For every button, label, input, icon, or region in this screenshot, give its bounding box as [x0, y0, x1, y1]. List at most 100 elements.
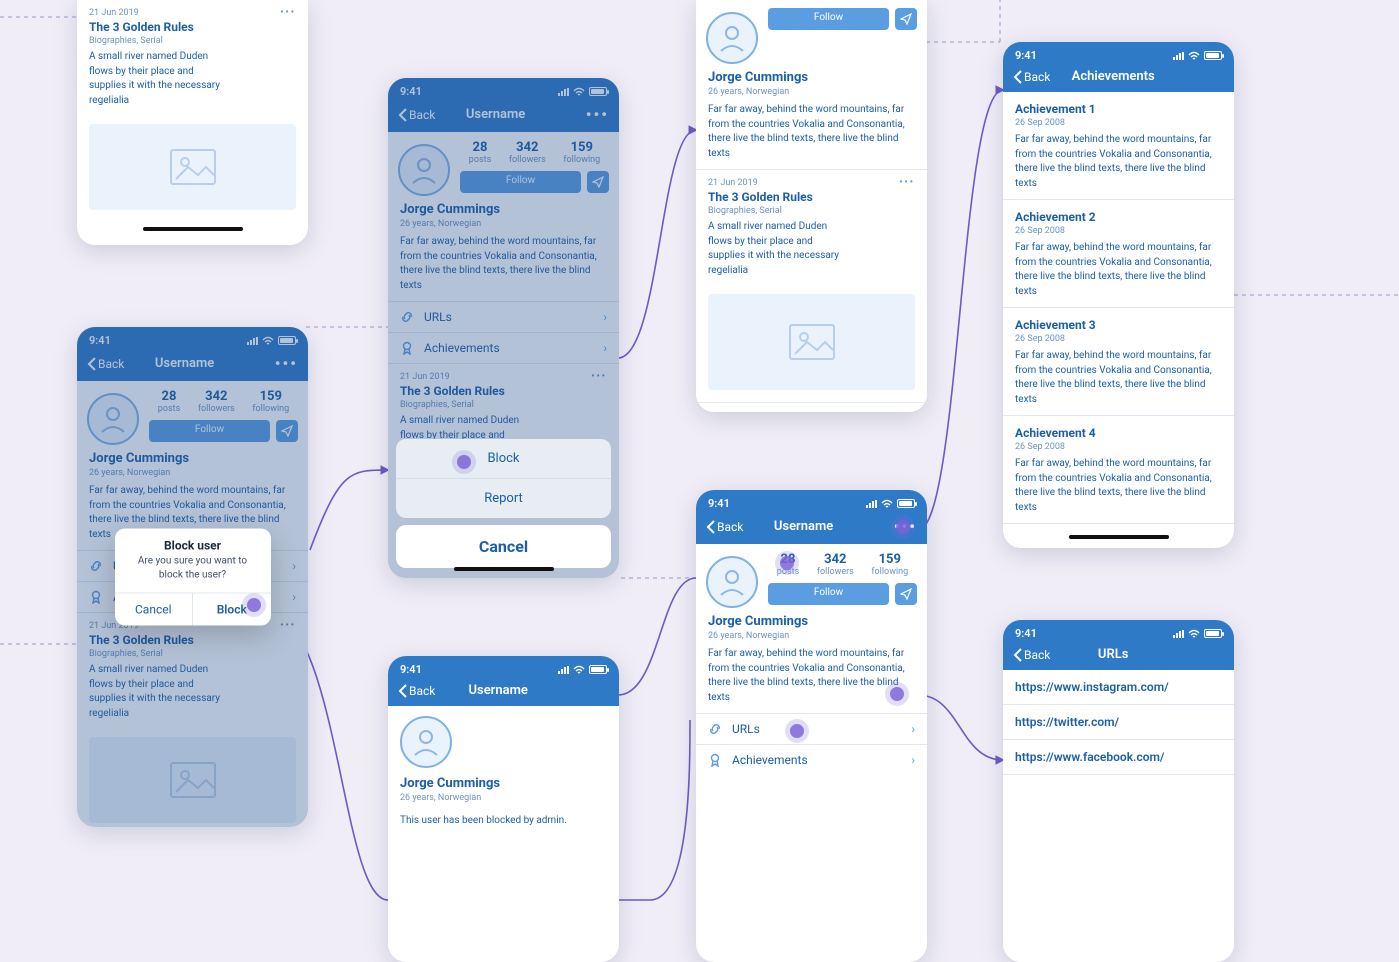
url-item[interactable]: https://www.facebook.com/ [1003, 740, 1234, 775]
signal-icon [1173, 52, 1184, 60]
action-sheet: Block Report Cancel [396, 439, 611, 568]
bookmark-icon [893, 411, 907, 412]
share-button[interactable] [895, 583, 917, 605]
home-indicator [77, 222, 308, 236]
post-date: 21 Jun 2019 [89, 8, 139, 18]
status-bar: 9:41 [388, 656, 619, 683]
send-icon [900, 588, 912, 600]
achievement-item[interactable]: Achievement 126 Sep 2008Far far away, be… [1003, 92, 1234, 200]
comment-icon [785, 411, 799, 412]
post-title[interactable]: The 3 Golden Rules [696, 190, 927, 204]
nav-title: Username [713, 519, 893, 534]
wifi-icon [573, 665, 585, 674]
share-button[interactable] [895, 8, 917, 30]
battery-icon [589, 665, 607, 674]
badge-icon [708, 753, 726, 767]
battery-icon [1204, 629, 1222, 638]
url-item[interactable]: https://twitter.com/ [1003, 705, 1234, 740]
status-time: 9:41 [708, 497, 730, 510]
url-item[interactable]: https://www.instagram.com/ [1003, 670, 1234, 705]
alert-title: Block user [115, 529, 271, 555]
send-icon [900, 13, 912, 25]
nav-bar: Back URLs [1003, 647, 1234, 670]
post-title[interactable]: The 3 Golden Rules [77, 20, 308, 34]
hotspot-dot [790, 724, 804, 738]
profile-name: Jorge Cummings [708, 70, 915, 85]
achievement-item[interactable]: Achievement 426 Sep 2008Far far away, be… [1003, 416, 1234, 524]
profile-name: Jorge Cummings [400, 776, 607, 791]
heart-icon [716, 411, 730, 412]
nav-title: Achievements [1020, 69, 1206, 84]
signal-icon [558, 666, 569, 674]
chevron-right-icon: › [911, 722, 915, 736]
signal-icon [866, 500, 877, 508]
screen-blocked: 9:41 Back Username Jorge Cummings 26 yea… [388, 656, 619, 962]
share-post-button[interactable] [847, 411, 861, 412]
screen-profile: 9:41 Back Username ••• 28posts 342follow… [696, 490, 927, 962]
wifi-icon [881, 499, 893, 508]
post-subtitle: Biographies, Serial [77, 36, 308, 46]
hotspot-dot [457, 455, 471, 469]
follow-button[interactable]: Follow [768, 8, 889, 30]
row-urls[interactable]: URLs › [696, 713, 927, 744]
avatar [706, 556, 758, 608]
hotspot-dot [896, 520, 910, 534]
status-time: 9:41 [400, 663, 422, 676]
post-menu-icon[interactable]: ••• [899, 178, 915, 188]
profile-desc: Far far away, behind the word mountains,… [708, 647, 915, 705]
profile-desc: Far far away, behind the word mountains,… [708, 103, 915, 161]
wifi-icon [1188, 51, 1200, 60]
battery-icon [1204, 51, 1222, 60]
alert-message: Are you sure you want to block the user? [115, 555, 271, 593]
screen-profile-feed-partial: Follow Jorge Cummings 26 years, Norwegia… [696, 0, 927, 412]
screen-feed-partial: 21 Jun 2019 ••• The 3 Golden Rules Biogr… [77, 0, 308, 245]
screen-urls: 9:41 Back URLs https://www.instagram.com… [1003, 620, 1234, 962]
battery-icon [897, 499, 915, 508]
nav-bar: Back Achievements [1003, 69, 1234, 92]
blocked-message: This user has been blocked by admin. [388, 811, 619, 840]
image-placeholder-icon [89, 124, 296, 210]
profile-sub: 26 years, Norwegian [708, 631, 915, 641]
like-button[interactable]: 183 [716, 411, 753, 412]
screen-block-confirm: 9:41 Back Username ••• 28posts 342follow… [77, 327, 308, 827]
wifi-icon [1188, 629, 1200, 638]
nav-bar: Back Username [388, 683, 619, 706]
save-post-button[interactable] [893, 411, 907, 412]
status-bar: 9:41 [1003, 42, 1234, 69]
stat-followers[interactable]: 342followers [817, 552, 854, 577]
hotspot-dot [247, 598, 261, 612]
achievement-item[interactable]: Achievement 226 Sep 2008Far far away, be… [1003, 200, 1234, 308]
row-achievements[interactable]: Achievements › [696, 744, 927, 775]
home-indicator [1003, 530, 1234, 544]
status-bar: 9:41 [696, 490, 927, 517]
avatar [400, 716, 452, 768]
nav-title: Username [405, 683, 591, 698]
alert-cancel-button[interactable]: Cancel [115, 594, 193, 626]
block-alert: Block user Are you sure you want to bloc… [115, 529, 271, 626]
sheet-block-button[interactable]: Block [396, 439, 611, 478]
achievement-item[interactable]: Achievement 326 Sep 2008Far far away, be… [1003, 308, 1234, 416]
chevron-right-icon: › [911, 753, 915, 767]
post-body: A small river named Duden flows by their… [696, 216, 856, 286]
hotspot-dot [780, 556, 794, 570]
post-subtitle: Biographies, Serial [696, 206, 927, 216]
nav-title: URLs [1020, 647, 1206, 662]
profile-sub: 26 years, Norwegian [400, 793, 607, 803]
link-icon [708, 722, 726, 736]
post-menu-icon[interactable]: ••• [280, 8, 296, 18]
image-placeholder-icon [708, 294, 915, 390]
hotspot-dot [890, 687, 904, 701]
comment-button[interactable]: 68 [785, 411, 815, 412]
stat-following[interactable]: 159following [871, 552, 908, 577]
home-indicator [388, 562, 619, 576]
status-time: 9:41 [1015, 49, 1037, 62]
sheet-report-button[interactable]: Report [396, 478, 611, 518]
avatar [706, 12, 758, 64]
screen-achievements: 9:41 Back Achievements Achievement 126 S… [1003, 42, 1234, 548]
nav-bar: Back Username ••• [696, 517, 927, 544]
follow-button[interactable]: Follow [768, 583, 889, 605]
screen-action-sheet: 9:41 Back Username ••• 28posts 342follow… [388, 78, 619, 578]
share-icon [847, 411, 861, 412]
post-date: 21 Jun 2019 [708, 178, 758, 188]
signal-icon [1173, 630, 1184, 638]
